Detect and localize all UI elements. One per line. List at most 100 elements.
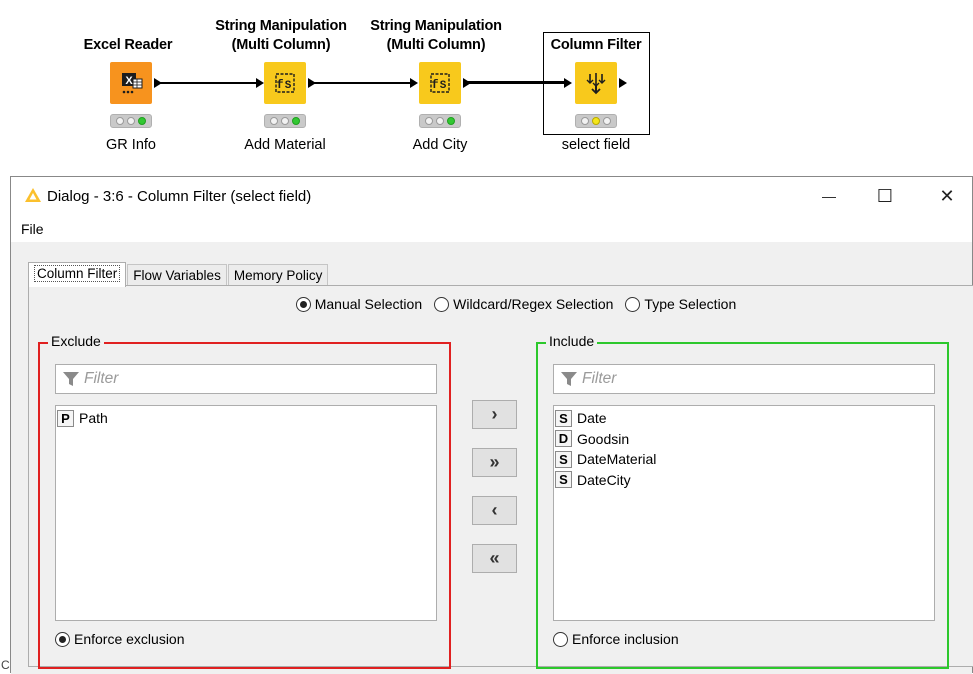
svg-text:f: f (276, 78, 283, 92)
column-name: Path (79, 410, 108, 427)
node-2-out-port[interactable] (308, 78, 316, 88)
remove-all-button[interactable]: « (472, 544, 517, 573)
node-status (110, 114, 152, 128)
include-filter-input[interactable]: Filter (553, 364, 935, 394)
svg-text:X: X (125, 75, 133, 87)
connection-1-arrow (256, 78, 264, 88)
exclude-list[interactable]: P Path (55, 405, 437, 621)
column-filter-panel: Manual Selection Wildcard/Regex Selectio… (28, 285, 973, 669)
list-item[interactable]: S Date (555, 408, 933, 429)
maximize-icon[interactable]: ☐ (862, 177, 908, 215)
column-name: DateCity (577, 471, 631, 488)
node-title: Column Filter (516, 36, 676, 55)
node-status (575, 114, 617, 128)
radio-wildcard-selection[interactable]: Wildcard/Regex Selection (434, 296, 613, 312)
tab-column-filter[interactable]: Column Filter (28, 262, 127, 287)
status-dot (269, 117, 278, 125)
radio-label: Type Selection (644, 296, 737, 312)
status-dot (280, 117, 289, 125)
close-icon[interactable]: ✕ (924, 177, 970, 215)
status-dot-green (447, 117, 456, 125)
string-manipulation-icon: f S (275, 73, 295, 93)
exclude-filter-input[interactable]: Filter (55, 364, 437, 394)
workflow-canvas[interactable]: Excel Reader X GR Info String Manipulati… (0, 0, 973, 176)
node-title-line2: Column Filter (550, 37, 642, 53)
filter-placeholder: Filter (582, 370, 617, 387)
status-dot (435, 117, 444, 125)
node-1-out-port[interactable] (154, 78, 162, 88)
menu-file[interactable]: File (21, 221, 44, 237)
enforce-inclusion-label: Enforce inclusion (572, 631, 679, 647)
radio-indicator (625, 296, 641, 312)
column-filter-node[interactable] (575, 62, 617, 104)
include-list[interactable]: S Date D Goodsin S DateMaterial S DateCi… (553, 405, 935, 621)
type-badge: S (555, 471, 572, 489)
remove-button[interactable]: ‹ (472, 496, 517, 525)
node-status (264, 114, 306, 128)
string-manipulation-icon: f S (430, 73, 450, 93)
node-3-out-port[interactable] (463, 78, 471, 88)
list-item[interactable]: D Goodsin (555, 429, 933, 450)
node-label[interactable]: select field (536, 136, 656, 154)
add-button[interactable]: › (472, 400, 517, 429)
minimize-icon[interactable]: — (806, 177, 852, 215)
node-label[interactable]: GR Info (71, 136, 191, 154)
selection-mode-group: Manual Selection Wildcard/Regex Selectio… (29, 296, 973, 312)
tab-label: Column Filter (34, 265, 121, 282)
node-title-line2: Excel Reader (83, 37, 173, 53)
radio-type-selection[interactable]: Type Selection (625, 296, 736, 312)
svg-text:S: S (440, 80, 447, 92)
status-dot (580, 117, 589, 125)
node-title-line2: (Multi Column) (386, 37, 486, 53)
node-label[interactable]: Add City (380, 136, 500, 154)
column-filter-dialog: Dialog - 3:6 - Column Filter (select fie… (10, 176, 973, 674)
tab-flow-variables[interactable]: Flow Variables (127, 264, 227, 287)
type-badge: S (555, 409, 572, 427)
menu-bar: File (11, 215, 972, 242)
filter-placeholder: Filter (84, 370, 119, 387)
tab-bar: Column Filter Flow Variables Memory Poli… (28, 262, 329, 287)
radio-manual-selection[interactable]: Manual Selection (295, 296, 423, 312)
node-title: Excel Reader (48, 36, 208, 55)
node-status (419, 114, 461, 128)
node-label[interactable]: Add Material (225, 136, 345, 154)
status-dot (603, 117, 612, 125)
list-item[interactable]: S DateMaterial (555, 449, 933, 470)
excel-reader-node[interactable]: X (110, 62, 152, 104)
include-group: Include Filter S Date D Goodsin S DateMa… (536, 333, 949, 669)
dialog-body: Column Filter Flow Variables Memory Poli… (11, 242, 973, 674)
string-manipulation-node[interactable]: f S (419, 62, 461, 104)
status-dot-green (292, 117, 301, 125)
excel-reader-icon: X (122, 73, 143, 94)
tab-memory-policy[interactable]: Memory Policy (227, 264, 329, 287)
filter-icon (63, 372, 79, 386)
exclude-group: Exclude Filter P Path Enforce exclusion (38, 333, 451, 669)
status-dot-green (138, 117, 147, 125)
status-dot (115, 117, 124, 125)
add-all-button[interactable]: » (472, 448, 517, 477)
radio-indicator (55, 631, 70, 647)
enforce-exclusion-label: Enforce exclusion (74, 631, 185, 647)
radio-indicator (553, 631, 568, 647)
node-4-out-port[interactable] (619, 78, 627, 88)
list-item[interactable]: P Path (57, 408, 435, 429)
radio-indicator (295, 296, 311, 312)
include-label: Include (546, 333, 598, 349)
dialog-titlebar[interactable]: Dialog - 3:6 - Column Filter (select fie… (11, 177, 972, 215)
connection-2 (313, 82, 413, 84)
status-dot (424, 117, 433, 125)
enforce-inclusion-radio[interactable]: Enforce inclusion (553, 631, 679, 647)
status-dot-yellow (591, 117, 600, 125)
radio-label: Manual Selection (314, 296, 423, 312)
connection-1 (159, 82, 259, 84)
connection-2-arrow (410, 78, 418, 88)
node-title: String Manipulation (Multi Column) (351, 17, 521, 55)
status-dot (126, 117, 135, 125)
string-manipulation-node[interactable]: f S (264, 62, 306, 104)
background-letter: C (1, 658, 10, 672)
radio-indicator (434, 296, 450, 312)
svg-text:f: f (431, 78, 438, 92)
node-title-line1: String Manipulation (215, 18, 347, 34)
list-item[interactable]: S DateCity (555, 470, 933, 491)
enforce-exclusion-radio[interactable]: Enforce exclusion (55, 631, 185, 647)
